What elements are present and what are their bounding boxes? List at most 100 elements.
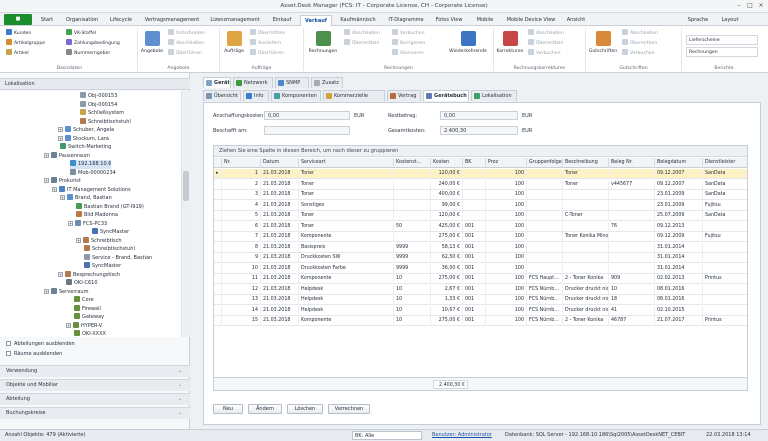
tab-start[interactable]: Start: [38, 15, 56, 26]
expand-toggle-icon[interactable]: +: [58, 271, 63, 277]
table-row[interactable]: 10 21.03.2018 Druckkosten Farbe 9999 36,00 €…: [214, 263, 747, 274]
restbetrag-field[interactable]: 0,00: [440, 111, 518, 120]
language-menu[interactable]: Sprache: [682, 15, 714, 26]
table-row[interactable]: 5 21.03.2018 Toner 120,00 € 100 C-Toner 25.07.…: [214, 211, 747, 221]
wiederkehrende-button[interactable]: Wiederkehrende: [448, 29, 488, 63]
angebot-ueberfuehren-button[interactable]: Überführen: [168, 49, 202, 58]
tab-lokalisation[interactable]: Lokalisation: [471, 90, 517, 101]
column-header[interactable]: Datum: [261, 158, 299, 168]
expand-toggle-icon[interactable]: +: [44, 152, 49, 158]
tree-scrollbar[interactable]: [181, 91, 190, 337]
tab-einkauf[interactable]: Einkauf: [266, 15, 298, 26]
table-row[interactable]: 6 21.03.2018 Toner 50 425,00 €001 100 76 09.12.…: [214, 221, 747, 232]
column-header[interactable]: Kosten: [431, 158, 463, 168]
tree-node[interactable]: OKI-XXXX: [74, 330, 106, 337]
expand-toggle-icon[interactable]: +: [52, 186, 57, 192]
tab-ansicht[interactable]: Ansicht: [562, 15, 590, 26]
tab-kommerzielle-daten[interactable]: Kommerzielle Daten: [323, 90, 385, 109]
user-link[interactable]: Benutzer: Administrator: [432, 430, 492, 441]
vk-staffel-button[interactable]: VK-Staffel: [66, 29, 96, 38]
accordion-objekte[interactable]: Objekte und Mobiliar ⌄: [0, 379, 190, 391]
group-panel[interactable]: Ziehen Sie eine Spalte in diesen Bereich…: [214, 146, 747, 157]
tab-snmp[interactable]: SNMP: [275, 77, 309, 88]
table-row[interactable]: 9 21.03.2018 Druckkosten SW 9999 62,50 €001 1…: [214, 253, 747, 263]
auftrag-ueberfuehren-button[interactable]: Überführen: [250, 49, 284, 58]
rechnung-uebermitteln-button[interactable]: Übermitteln: [344, 39, 379, 48]
layout-menu[interactable]: Layout: [716, 15, 744, 26]
hide-rooms-checkbox[interactable]: Räume ausblenden: [6, 350, 62, 359]
korrektur-abschliessen-button[interactable]: Abschließen: [528, 29, 564, 38]
rechnung-korrigieren-button[interactable]: Korrigieren: [392, 39, 425, 48]
bk-select[interactable]: BK: Alle: [352, 431, 422, 440]
minimize-icon[interactable]: –: [734, 2, 744, 10]
zahlungsbedingung-button[interactable]: Zahlungsbedingung: [66, 39, 120, 48]
tab-organisation[interactable]: Organisation: [60, 15, 104, 26]
file-menu-button[interactable]: ■: [4, 14, 32, 25]
auftrag-ausliefern-button[interactable]: Ausliefern: [250, 39, 281, 48]
hide-departments-checkbox[interactable]: Abteilungen ausblenden: [6, 340, 75, 349]
angebot-unterbreiten-button[interactable]: Unterbreiten: [168, 29, 205, 38]
maximize-icon[interactable]: □: [745, 2, 755, 10]
column-header[interactable]: Proz: [486, 158, 527, 168]
gutschriften-button[interactable]: Gutschriften: [588, 29, 618, 63]
rechnung-abschliessen-button[interactable]: Abschließen: [344, 29, 380, 38]
korrektur-verbuchen-button[interactable]: Verbuchen: [528, 49, 561, 58]
table-row[interactable]: 4 21.03.2018 Sonstiges 99,00 € 100 23.01.2009…: [214, 200, 747, 211]
rechnung-verbuchen-button[interactable]: Verbuchen: [392, 29, 425, 38]
expand-toggle-icon[interactable]: +: [68, 220, 73, 226]
table-row[interactable]: 15 21.03.2018 Komponente 10 275,00 €001 100 FC…: [214, 316, 747, 326]
column-header[interactable]: Beleg Nr.: [609, 158, 655, 168]
report-rechnungen[interactable]: Rechnungen: [686, 47, 758, 57]
checkbox-box[interactable]: [6, 351, 11, 356]
table-row[interactable]: 8 21.03.2018 Basispreis 9999 58,13 €001 100 31…: [214, 242, 747, 253]
tab-kaufmaennisch[interactable]: Kaufmännisch: [334, 15, 382, 26]
artikelgruppe-button[interactable]: Artikelgruppe: [6, 39, 45, 48]
kunden-button[interactable]: Kunden: [6, 29, 31, 38]
nummerngeber-button[interactable]: Nummerngeber: [66, 49, 110, 58]
table-row[interactable]: 2 21.03.2018 Toner 240,00 €100 Toner v445677 0…: [214, 179, 747, 190]
delete-button[interactable]: Löschen: [287, 404, 323, 414]
table-row[interactable]: 11 21.03.2018 Komponente 10 275,00 €001 100 FC…: [214, 274, 747, 284]
tab-verkauf[interactable]: Verkauf: [300, 15, 332, 26]
expand-toggle-icon[interactable]: +: [58, 127, 63, 132]
gutschrift-abschliessen-button[interactable]: Abschließen: [622, 29, 658, 38]
column-header[interactable]: Kostenst...: [394, 158, 431, 168]
angebot-abschliessen-button[interactable]: Abschließen: [168, 39, 204, 48]
tab-lifecycle[interactable]: Lifecycle: [106, 15, 136, 26]
column-header[interactable]: Dienstleister: [703, 158, 747, 168]
table-row[interactable]: 7 21.03.2018 Komponente 275,00 €001 100 Toner…: [214, 232, 747, 242]
tab-komponenten[interactable]: Komponenten: [271, 90, 321, 101]
expand-toggle-icon[interactable]: +: [66, 322, 71, 328]
tab-geraetebuch[interactable]: Gerätebuch: [423, 90, 469, 101]
table-row[interactable]: ▸ 1 21.03.2018 Toner 120,00 €100 Toner 09.12.2…: [214, 169, 747, 179]
accordion-verwendung[interactable]: Verwendung ⌄: [0, 365, 190, 377]
column-header[interactable]: Beschreibung: [563, 158, 609, 168]
new-button[interactable]: Neu: [213, 404, 243, 414]
artikel-button[interactable]: Artikel: [6, 49, 29, 58]
tab-it-diagramme[interactable]: IT-Diagramme: [384, 15, 428, 26]
gutschrift-uebermitteln-button[interactable]: Übermitteln: [622, 39, 657, 48]
auftrag-uebermitteln-button[interactable]: Übermitteln: [250, 29, 285, 38]
tab-uebersicht[interactable]: Übersicht: [203, 90, 241, 101]
accordion-abteilung[interactable]: Abteilung ⌄: [0, 393, 190, 405]
column-header[interactable]: Gruppenfolge: [527, 158, 563, 168]
tab-mobile-device-view[interactable]: Mobile Device View: [502, 15, 560, 26]
tab-vertragsmanagement[interactable]: Vertragsmanagement: [140, 15, 204, 26]
tab-zusatz[interactable]: Zusatz: [311, 77, 343, 88]
gutschrift-verbuchen-button[interactable]: Verbuchen: [622, 49, 655, 58]
expand-toggle-icon[interactable]: +: [44, 288, 49, 294]
rechnungen-button[interactable]: Rechnungen: [308, 29, 338, 63]
charge-button[interactable]: Verrechnen: [328, 404, 370, 414]
expand-toggle-icon[interactable]: +: [58, 135, 63, 141]
checkbox-box[interactable]: [6, 341, 11, 346]
column-header[interactable]: Belegdatum: [655, 158, 703, 168]
korrektur-uebermitteln-button[interactable]: Übermitteln: [528, 39, 563, 48]
column-header[interactable]: Serviceart: [299, 158, 394, 168]
column-header[interactable]: Nr.: [222, 158, 261, 168]
expand-toggle-icon[interactable]: +: [60, 195, 65, 200]
report-lieferscheine[interactable]: Lieferscheine: [686, 35, 758, 45]
tab-vertrag[interactable]: Vertrag: [387, 90, 421, 101]
tab-lizenzmanagement[interactable]: Lizenzmanagement: [206, 15, 264, 26]
tab-geraet[interactable]: Gerät: [203, 77, 231, 88]
korrekturen-button[interactable]: Korrekturen: [496, 29, 524, 63]
